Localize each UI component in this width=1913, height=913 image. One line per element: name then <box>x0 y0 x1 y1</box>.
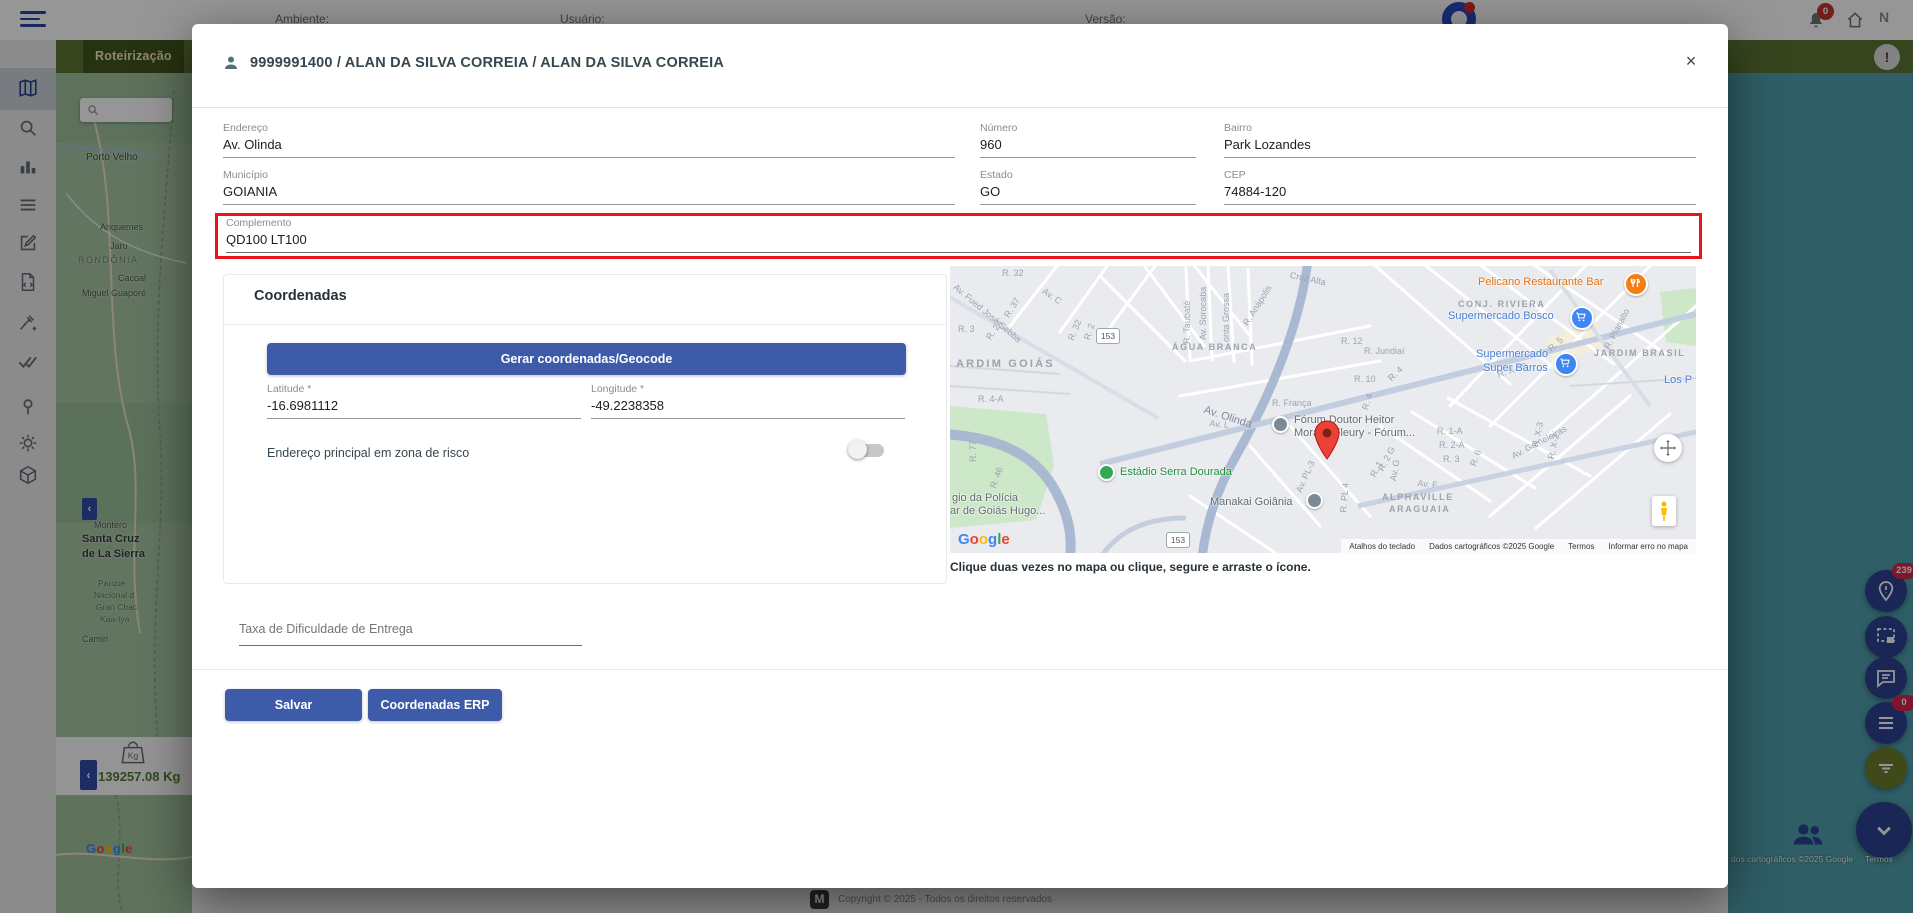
bairro-value: Park Lozandes <box>1224 137 1696 158</box>
map-attribution-item[interactable]: Termos <box>1568 542 1594 551</box>
dot-poi-icon[interactable] <box>1272 416 1289 433</box>
endereco-label: Endereço <box>223 122 955 134</box>
street-label: R. 1-A <box>1437 426 1463 436</box>
municipio-field[interactable]: Município GOIANIA <box>223 169 955 205</box>
district-label: JARDIM BRASIL <box>1594 348 1685 358</box>
endereco-field[interactable]: Endereço Av. Olinda <box>223 122 955 158</box>
coordenadas-heading: Coordenadas <box>254 288 347 304</box>
poi-label: Estádio Serra Dourada <box>1120 466 1232 478</box>
pegman-icon[interactable] <box>1652 496 1676 526</box>
poi-label: Los P <box>1664 374 1692 386</box>
latitude-label: Latitude * <box>267 383 581 395</box>
street-label: R. 12 <box>1341 336 1363 346</box>
poi-label: Fórum Doutor Heitor <box>1294 414 1394 426</box>
person-icon <box>222 54 240 72</box>
poi-label: Supermercado <box>1476 348 1548 360</box>
risk-zone-label: Endereço principal em zona de risco <box>267 446 469 460</box>
longitude-value: -49.2238358 <box>591 398 905 419</box>
map-attribution-item: Atalhos do teclado <box>1349 542 1415 551</box>
street-label: R. 2-A <box>1439 440 1465 450</box>
header-divider <box>192 107 1728 108</box>
google-logo: Google <box>958 531 1010 548</box>
greendot-poi-icon[interactable] <box>1098 464 1115 481</box>
street-label: Av. L <box>1209 418 1230 430</box>
map-caption: Clique duas vezes no mapa ou clique, seg… <box>950 560 1311 574</box>
estado-value: GO <box>980 184 1196 205</box>
poi-label: Pelicano Restaurante Bar <box>1478 276 1603 288</box>
restaurant-poi-icon[interactable] <box>1624 272 1648 296</box>
cart-poi-icon[interactable] <box>1554 352 1578 376</box>
street-label: R. 10 <box>1354 374 1376 384</box>
street-label: onta Grossa <box>1221 293 1231 342</box>
footer-divider <box>192 669 1728 670</box>
latitude-field[interactable]: Latitude * -16.6981112 <box>267 383 581 419</box>
geocode-button[interactable]: Gerar coordenadas/Geocode <box>267 343 906 375</box>
longitude-label: Longitude * <box>591 383 905 395</box>
street-label: R. 32 <box>1002 268 1024 278</box>
map-attribution[interactable]: Atalhos do teclado Dados cartográficos ©2… <box>1341 539 1696 553</box>
poi-label: gio da Polícia <box>952 492 1018 504</box>
complemento-label: Complemento <box>226 217 1691 229</box>
street-label: R. França <box>1272 398 1312 408</box>
map-pan-control[interactable] <box>1654 434 1682 462</box>
app-viewport: Ambiente: Usuário: Versão: 0 N Roteiriza… <box>0 0 1913 913</box>
map-attribution-item[interactable]: Informar erro no mapa <box>1608 542 1688 551</box>
cep-value: 74884-120 <box>1224 184 1696 205</box>
cep-label: CEP <box>1224 169 1696 181</box>
latitude-value: -16.6981112 <box>267 398 581 419</box>
street-label: R. Jundiaí <box>1364 346 1405 356</box>
estado-label: Estado <box>980 169 1196 181</box>
risk-zone-toggle[interactable] <box>848 440 886 460</box>
map-marker-icon[interactable] <box>1314 420 1340 460</box>
poi-label: Supermercado Bosco <box>1448 310 1554 322</box>
bairro-field[interactable]: Bairro Park Lozandes <box>1224 122 1696 158</box>
street-label: R. 77 <box>968 440 978 462</box>
municipio-label: Município <box>223 169 955 181</box>
map-canvas[interactable]: R. 32Av. Fued José SebbaR. 37Av. CR. 3R.… <box>950 266 1696 553</box>
coordenadas-erp-button[interactable]: Coordenadas ERP <box>368 689 502 721</box>
dot-poi-icon[interactable] <box>1306 492 1323 509</box>
poi-label: ar de Goiás Hugo... <box>950 505 1045 517</box>
longitude-field[interactable]: Longitude * -49.2238358 <box>591 383 905 419</box>
street-label: R. 3 <box>1443 454 1460 464</box>
district-label: ÁGUA BRANCA <box>1172 342 1257 352</box>
estado-field[interactable]: Estado GO <box>980 169 1196 205</box>
taxa-dificuldade-field[interactable]: Taxa de Dificuldade de Entrega <box>239 622 582 646</box>
coordenadas-card: Coordenadas Gerar coordenadas/Geocode La… <box>223 274 947 584</box>
district-label: ALPHAVILLE <box>1382 492 1454 502</box>
map-attribution-item[interactable]: Dados cartográficos ©2025 Google <box>1429 542 1554 551</box>
complemento-field[interactable]: Complemento QD100 LT100 <box>226 217 1691 253</box>
street-label: Av. F <box>1417 478 1438 490</box>
route-shield: 153 <box>1096 328 1120 344</box>
endereco-value: Av. Olinda <box>223 137 955 158</box>
poi-label: Super Barros <box>1483 362 1548 374</box>
poi-label: Manakai Goiânia <box>1210 496 1293 508</box>
complemento-value: QD100 LT100 <box>226 232 1691 253</box>
street-label: R. Taubaté <box>1182 301 1192 344</box>
close-icon[interactable]: × <box>1680 50 1702 72</box>
district-label: ARDIM GOIÁS <box>956 358 1055 370</box>
modal-title: 9999991400 / ALAN DA SILVA CORREIA / ALA… <box>250 55 724 71</box>
municipio-value: GOIANIA <box>223 184 955 205</box>
cep-field[interactable]: CEP 74884-120 <box>1224 169 1696 205</box>
street-label: Av. Sorocaba <box>1198 287 1208 340</box>
coordenadas-divider <box>224 324 946 325</box>
street-label: R. 3 <box>958 324 975 334</box>
save-button[interactable]: Salvar <box>225 689 362 721</box>
street-label: R. 4-A <box>978 394 1004 404</box>
district-label: ARAGUAIA <box>1389 504 1450 514</box>
poi-label: Moraes Fleury - Fórum... <box>1294 427 1415 439</box>
numero-value: 960 <box>980 137 1196 158</box>
bairro-label: Bairro <box>1224 122 1696 134</box>
numero-label: Número <box>980 122 1196 134</box>
district-label: CONJ. RIVIERA <box>1458 299 1545 309</box>
cart-poi-icon[interactable] <box>1570 306 1594 330</box>
numero-field[interactable]: Número 960 <box>980 122 1196 158</box>
route-shield: 153 <box>1166 532 1190 548</box>
complemento-highlight-box: Complemento QD100 LT100 <box>215 213 1702 259</box>
address-edit-modal: 9999991400 / ALAN DA SILVA CORREIA / ALA… <box>192 24 1728 888</box>
